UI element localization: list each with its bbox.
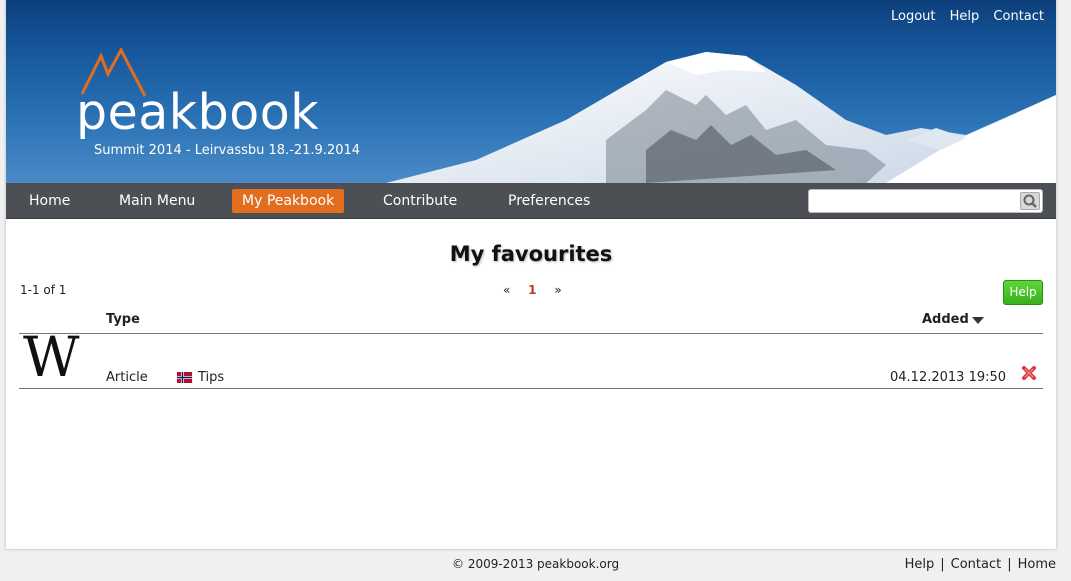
- nav-contribute[interactable]: Contribute: [373, 189, 467, 213]
- search-button[interactable]: [1020, 192, 1040, 210]
- page: Logout Help Contact peakbook Summit 2014…: [6, 0, 1056, 549]
- footer-separator: |: [940, 557, 945, 572]
- table-row: W Article Tips 04.12.2013 19:50: [19, 330, 1043, 389]
- logout-link[interactable]: Logout: [891, 9, 936, 24]
- nav-home[interactable]: Home: [19, 189, 80, 213]
- row-added-date: 04.12.2013 19:50: [890, 370, 1007, 385]
- nav-my-peakbook[interactable]: My Peakbook: [232, 189, 345, 213]
- norway-flag-icon: [176, 372, 193, 383]
- nav-preferences[interactable]: Preferences: [498, 189, 600, 213]
- footer-help-link[interactable]: Help: [905, 557, 935, 572]
- pagination: « 1 »: [503, 283, 576, 297]
- contact-link[interactable]: Contact: [993, 9, 1044, 24]
- sort-desc-icon[interactable]: [972, 317, 984, 325]
- result-count: 1-1 of 1: [20, 283, 67, 297]
- column-header-type[interactable]: Type: [106, 312, 140, 327]
- table-header: Type Added: [19, 309, 1043, 334]
- footer-links: Help | Contact | Home: [905, 557, 1056, 572]
- top-links: Logout Help Contact: [881, 9, 1044, 24]
- copyright: © 2009-2013 peakbook.org: [452, 557, 620, 571]
- help-link[interactable]: Help: [950, 9, 980, 24]
- pager-current-page[interactable]: 1: [528, 283, 536, 297]
- row-type: Article: [106, 370, 148, 385]
- main-nav: Home Main Menu My Peakbook Contribute Pr…: [6, 183, 1056, 219]
- pager-next[interactable]: »: [554, 283, 561, 297]
- pager-prev[interactable]: «: [503, 283, 510, 297]
- page-title: My favourites: [449, 242, 613, 266]
- header-banner: Logout Help Contact peakbook Summit 2014…: [6, 0, 1056, 183]
- footer-separator: |: [1007, 557, 1012, 572]
- logo-text[interactable]: peakbook: [76, 88, 319, 137]
- delete-icon[interactable]: [1021, 365, 1037, 381]
- footer-home-link[interactable]: Home: [1018, 557, 1056, 572]
- search-input[interactable]: [813, 191, 1018, 211]
- help-button[interactable]: Help: [1003, 280, 1043, 305]
- footer-contact-link[interactable]: Contact: [951, 557, 1002, 572]
- row-title-link[interactable]: Tips: [198, 370, 224, 385]
- search-icon: [1023, 194, 1037, 208]
- nav-main-menu[interactable]: Main Menu: [109, 189, 205, 213]
- column-header-added[interactable]: Added: [922, 312, 969, 327]
- search-box: [808, 189, 1043, 213]
- wikipedia-icon: W: [23, 325, 80, 389]
- event-subtitle: Summit 2014 - Leirvassbu 18.-21.9.2014: [94, 143, 361, 158]
